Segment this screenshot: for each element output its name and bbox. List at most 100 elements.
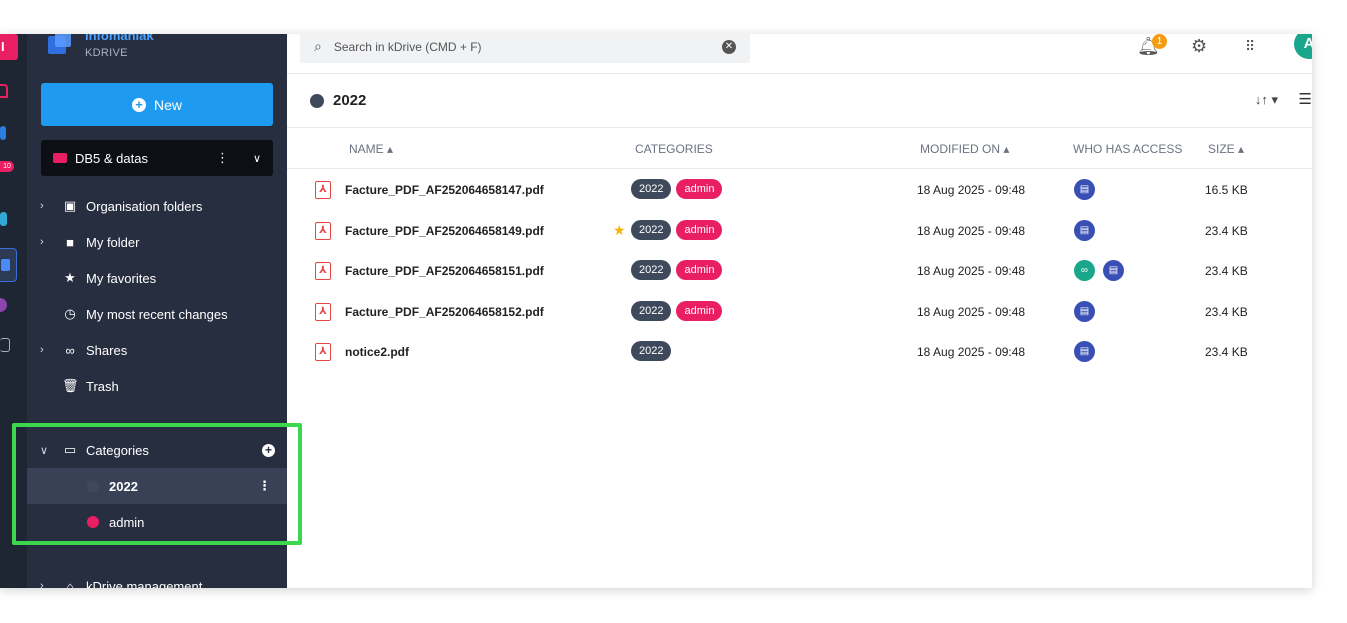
apps-grid-icon[interactable]: ⠿ xyxy=(1245,38,1255,55)
category-tag-admin[interactable]: admin xyxy=(676,300,723,321)
category-label: admin xyxy=(109,514,145,530)
category-color-dot xyxy=(87,480,99,492)
sidebar-categories-header[interactable]: ∨ ▭ Categories + xyxy=(27,432,287,468)
modified-date: 18 Aug 2025 - 09:48 xyxy=(917,304,1026,319)
sidebar-item-label: Organisation folders xyxy=(86,198,203,214)
sidebar-item-organisation-folders[interactable]: › ▣ Organisation folders xyxy=(27,188,287,224)
tag-icon: ▭ xyxy=(63,442,77,457)
search-icon: ⌕ xyxy=(314,38,322,54)
drive-access-icon[interactable]: ▤ xyxy=(1074,219,1095,241)
table-header: NAME ▴ CATEGORIES MODIFIED ON ▴ WHO HAS … xyxy=(287,128,1312,169)
drive-access-icon[interactable]: ▤ xyxy=(1074,341,1095,362)
chevron-right-icon[interactable]: › xyxy=(40,580,54,588)
chevron-right-icon[interactable]: › xyxy=(40,236,54,248)
rail-kdrive-active[interactable] xyxy=(0,248,17,282)
rail-app-logo[interactable]: I xyxy=(0,34,18,60)
table-row[interactable]: ⅄ Facture_PDF_AF252064658151.pdf 2022 admin… xyxy=(287,250,1312,290)
list-view-icon[interactable]: ☰ xyxy=(1299,90,1312,108)
category-menu-icon[interactable]: ⋮ xyxy=(258,478,271,494)
clear-search-icon[interactable]: ✕ xyxy=(722,39,736,54)
rail-home-icon[interactable] xyxy=(0,84,8,98)
avatar[interactable]: A xyxy=(1294,34,1312,59)
access-icons: ∞ ▤ xyxy=(1074,260,1124,281)
column-label: NAME xyxy=(349,142,384,156)
column-name[interactable]: NAME ▴ xyxy=(349,142,393,156)
add-category-button[interactable]: + xyxy=(262,443,275,457)
table-row[interactable]: ⅄ notice2.pdf 2022 18 Aug 2025 - 09:48 ▤ 23.4… xyxy=(287,331,1312,371)
category-tags: 2022 admin xyxy=(631,260,723,280)
management-icon: ⌂ xyxy=(66,578,74,589)
app-rail: I 10 xyxy=(0,34,27,588)
column-access[interactable]: WHO HAS ACCESS xyxy=(1073,142,1182,156)
chevron-right-icon[interactable]: › xyxy=(40,200,54,212)
table-row[interactable]: ⅄ Facture_PDF_AF252064658149.pdf ★ 2022 admi… xyxy=(287,210,1312,250)
category-tag-2022[interactable]: 2022 xyxy=(631,260,672,280)
rail-circle-icon[interactable] xyxy=(0,298,7,312)
brand-product: KDRIVE xyxy=(85,47,128,59)
rail-calendar-icon[interactable] xyxy=(0,212,7,226)
column-size[interactable]: SIZE ▴ xyxy=(1208,142,1244,156)
file-name[interactable]: notice2.pdf xyxy=(345,345,409,359)
gear-icon[interactable]: ⚙︎ xyxy=(1191,36,1207,57)
chevron-down-icon[interactable]: ∨ xyxy=(253,152,261,165)
sidebar-category-admin[interactable]: admin xyxy=(27,504,287,540)
sidebar-item-label: kDrive management xyxy=(86,578,203,589)
sidebar-category-2022[interactable]: 2022 ⋮ xyxy=(27,468,287,504)
table-row[interactable]: ⅄ Facture_PDF_AF252064658152.pdf 2022 admin… xyxy=(287,291,1312,331)
pdf-file-icon: ⅄ xyxy=(315,302,331,321)
sidebar-item-shares[interactable]: › ∞ Shares xyxy=(27,332,287,368)
rail-add-app-icon[interactable] xyxy=(0,338,10,352)
title-row: 2022 ↓↑ ▾ ☰ xyxy=(287,74,1312,128)
modified-date: 18 Aug 2025 - 09:48 xyxy=(917,223,1026,238)
drive-access-icon[interactable]: ▤ xyxy=(1074,179,1095,200)
sidebar-item-my-favorites[interactable]: ★ My favorites xyxy=(27,260,287,296)
category-color-dot xyxy=(310,93,324,108)
chevron-down-icon[interactable]: ∨ xyxy=(40,444,54,457)
sidebar-item-kdrive-management[interactable]: › ⌂ kDrive management xyxy=(27,568,287,589)
category-tags: 2022 admin xyxy=(631,300,723,321)
category-tag-admin[interactable]: admin xyxy=(676,219,723,240)
category-tag-admin[interactable]: admin xyxy=(676,179,723,199)
sidebar-item-my-folder[interactable]: › ■ My folder xyxy=(27,224,287,260)
column-label: MODIFIED ON xyxy=(920,142,1000,156)
access-icons: ▤ xyxy=(1074,300,1095,322)
new-button-label: New xyxy=(153,96,182,113)
file-name[interactable]: Facture_PDF_AF252064658152.pdf xyxy=(345,305,544,319)
file-name[interactable]: Facture_PDF_AF252064658149.pdf xyxy=(345,224,544,238)
shared-link-icon[interactable]: ∞ xyxy=(1074,260,1095,281)
category-tag-2022[interactable]: 2022 xyxy=(631,341,672,361)
access-icons: ▤ xyxy=(1074,341,1095,362)
column-modified[interactable]: MODIFIED ON ▴ xyxy=(920,142,1009,156)
sidebar-item-recent-changes[interactable]: ◷ My most recent changes xyxy=(27,296,287,332)
file-size: 16.5 KB xyxy=(1205,183,1248,197)
category-tag-admin[interactable]: admin xyxy=(676,260,723,280)
sort-icon[interactable]: ↓↑ ▾ xyxy=(1255,92,1278,108)
sidebar-item-trash[interactable]: 🗑 Trash xyxy=(27,368,287,404)
sidebar: infomaniak KDRIVE + New DB5 & datas ⋮ ∨ … xyxy=(27,34,287,588)
column-categories[interactable]: CATEGORIES xyxy=(635,142,713,156)
table-row[interactable]: ⅄ Facture_PDF_AF252064658147.pdf 2022 admin… xyxy=(287,169,1312,209)
pdf-file-icon: ⅄ xyxy=(315,221,331,240)
drive-access-icon[interactable]: ▤ xyxy=(1103,260,1124,281)
file-name[interactable]: Facture_PDF_AF252064658151.pdf xyxy=(345,264,544,278)
favorite-star-icon[interactable]: ★ xyxy=(613,222,626,239)
chevron-right-icon[interactable]: › xyxy=(40,344,54,356)
category-tag-2022[interactable]: 2022 xyxy=(631,219,672,240)
category-tag-2022[interactable]: 2022 xyxy=(631,179,672,199)
plus-icon: + xyxy=(131,97,146,112)
brand-name: infomaniak xyxy=(85,34,154,43)
drive-selector[interactable]: DB5 & datas ⋮ ∨ xyxy=(41,140,273,176)
search-input[interactable] xyxy=(333,39,722,54)
kdrive-app: I 10 infomaniak KDRIVE + New DB5 & datas… xyxy=(0,34,1312,588)
file-name[interactable]: Facture_PDF_AF252064658147.pdf xyxy=(345,183,544,197)
kdrive-logo-icon xyxy=(45,34,75,58)
page-title: 2022 xyxy=(333,92,367,109)
file-size: 23.4 KB xyxy=(1205,304,1248,319)
new-button[interactable]: + New xyxy=(41,83,273,126)
rail-mail-icon[interactable] xyxy=(0,126,6,140)
category-tag-2022[interactable]: 2022 xyxy=(631,300,672,321)
drive-access-icon[interactable]: ▤ xyxy=(1074,300,1095,322)
kdrive-rail-icon xyxy=(1,259,10,271)
drive-menu-icon[interactable]: ⋮ xyxy=(216,150,229,166)
categories-label: Categories xyxy=(86,442,149,458)
